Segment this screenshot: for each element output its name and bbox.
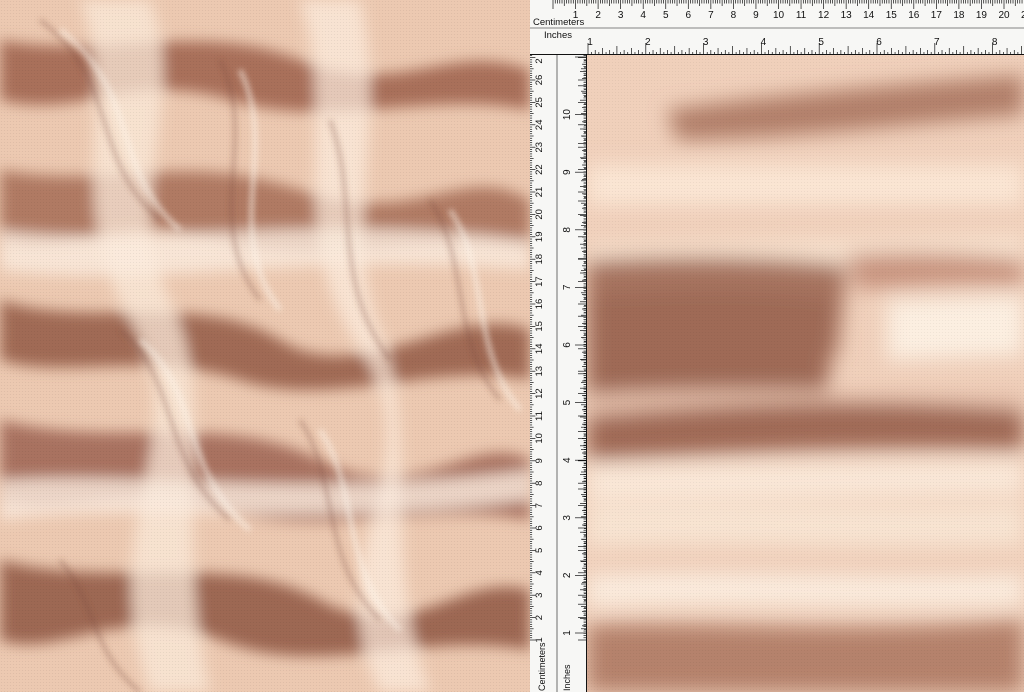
ruler-inch-label: 8 bbox=[992, 37, 998, 48]
ruler-cm-label-vertical: 23 bbox=[534, 142, 545, 153]
ruler-cm-label-vertical: 17 bbox=[534, 276, 545, 287]
ruler-cm-label: 18 bbox=[953, 10, 965, 21]
ruler-inch-label: 4 bbox=[761, 37, 767, 48]
ruler-inch-label: 6 bbox=[876, 37, 882, 48]
ruler-cm-label-vertical: 6 bbox=[534, 525, 545, 530]
ruler-cm-label: 17 bbox=[931, 10, 943, 21]
ruler-cm-label: 13 bbox=[841, 10, 853, 21]
ruler-inch-label-vertical: 4 bbox=[562, 457, 573, 463]
ruler-cm-label: 20 bbox=[998, 10, 1010, 21]
ruler-cm-label: 9 bbox=[753, 10, 759, 21]
ruler-cm-label-vertical: 4 bbox=[534, 570, 545, 575]
ruler-inch-label-vertical: 5 bbox=[562, 399, 573, 405]
ruler-cm-label-vertical: 2 bbox=[534, 615, 545, 620]
ruler-cm-label-vertical: 11 bbox=[534, 411, 545, 421]
product-swatch-image: Centimeters Inches 1 2 3 4 5 6 7 8 9 10 11 12 13 14 15… bbox=[0, 0, 1024, 692]
ruler-cm-label-vertical: 5 bbox=[534, 548, 545, 553]
ruler-cm-label-vertical: 18 bbox=[534, 254, 545, 265]
ruler-cm-label: 8 bbox=[731, 10, 737, 21]
ruler-cm-label-vertical: 26 bbox=[534, 75, 545, 86]
ruler-cm-label: 15 bbox=[886, 10, 898, 21]
ruler-cm-label-vertical: 10 bbox=[534, 433, 545, 444]
ruler-inch-label: 3 bbox=[703, 37, 709, 48]
ruler-cm-label: 10 bbox=[773, 10, 785, 21]
ruler-inch-label-vertical: 1 bbox=[562, 630, 573, 636]
flat-fabric-swatch bbox=[587, 55, 1024, 692]
ruler-cm-label: 5 bbox=[663, 10, 669, 21]
ruler-inch-label-vertical: 8 bbox=[562, 227, 573, 233]
ruler-inch-label-vertical: 6 bbox=[562, 342, 573, 348]
draped-fabric-photo bbox=[0, 0, 530, 692]
ruler-cm-label: 4 bbox=[640, 10, 646, 21]
ruler-cm-label-vertical: 9 bbox=[534, 458, 545, 463]
ruler-cm-label-vertical: 21 bbox=[534, 187, 545, 198]
ruler-cm-label: 6 bbox=[686, 10, 692, 21]
ruler-cm-label-vertical: 20 bbox=[534, 209, 545, 220]
ruler-inch-label-vertical: 3 bbox=[562, 515, 573, 521]
ruler-cm-label-vertical: 12 bbox=[534, 388, 545, 399]
ruler-cm-label-vertical: 7 bbox=[534, 503, 545, 508]
ruler-top-mark: 2 bbox=[534, 58, 545, 63]
ruler-cm-label-vertical: 14 bbox=[534, 344, 545, 355]
ruler-cm-label-vertical: 16 bbox=[534, 299, 545, 310]
ruler-cm-label: 16 bbox=[908, 10, 920, 21]
ruler-cm-label-vertical: 19 bbox=[534, 232, 545, 243]
ruler-inches-label: Inches bbox=[544, 30, 572, 41]
ruler-cm-label: 2 bbox=[595, 10, 601, 21]
ruler-cm-label-vertical: 24 bbox=[534, 120, 545, 131]
ruler-cm-label-vertical: 22 bbox=[534, 164, 545, 175]
ruler-cm-label-vertical: 25 bbox=[534, 97, 545, 108]
ruler-cm-label-vertical: 8 bbox=[534, 481, 545, 486]
ruler-cm-label: 14 bbox=[863, 10, 875, 21]
ruler-cm-label: 3 bbox=[618, 10, 624, 21]
ruler-inch-label-vertical: 9 bbox=[562, 169, 573, 175]
ruler-cm-label: 11 bbox=[796, 10, 807, 21]
ruler-cm-label: 12 bbox=[818, 10, 830, 21]
ruler-cm-label-vertical: 15 bbox=[534, 321, 545, 332]
ruler-inches-label-vertical: Inches bbox=[562, 664, 572, 691]
ruler-inch-label: 5 bbox=[818, 37, 824, 48]
ruler-cm-label-vertical: 1 bbox=[534, 637, 545, 642]
ruler-centimeters-label-vertical: Centimeters bbox=[537, 642, 547, 691]
ruler-inch-label: 2 bbox=[645, 37, 651, 48]
ruler-cm-label: 1 bbox=[573, 10, 579, 21]
ruler-inch-label: 7 bbox=[934, 37, 940, 48]
ruler-cm-label: 19 bbox=[976, 10, 988, 21]
ruler-cm-label-vertical: 13 bbox=[534, 366, 545, 377]
ruler-inch-label-vertical: 10 bbox=[562, 109, 573, 121]
vertical-ruler: Centimeters Inches 123456789101112131415… bbox=[530, 55, 587, 692]
ruler-inch-label-vertical: 2 bbox=[562, 572, 573, 578]
ruler-inch-label: 1 bbox=[587, 37, 593, 48]
ruler-cm-label: 7 bbox=[708, 10, 714, 21]
ruler-inch-label-vertical: 7 bbox=[562, 284, 573, 290]
ruler-cm-label-vertical: 3 bbox=[534, 593, 545, 598]
horizontal-ruler: Centimeters Inches 1 2 3 4 5 6 7 8 9 10 11 12 13 14 15… bbox=[530, 0, 1024, 55]
